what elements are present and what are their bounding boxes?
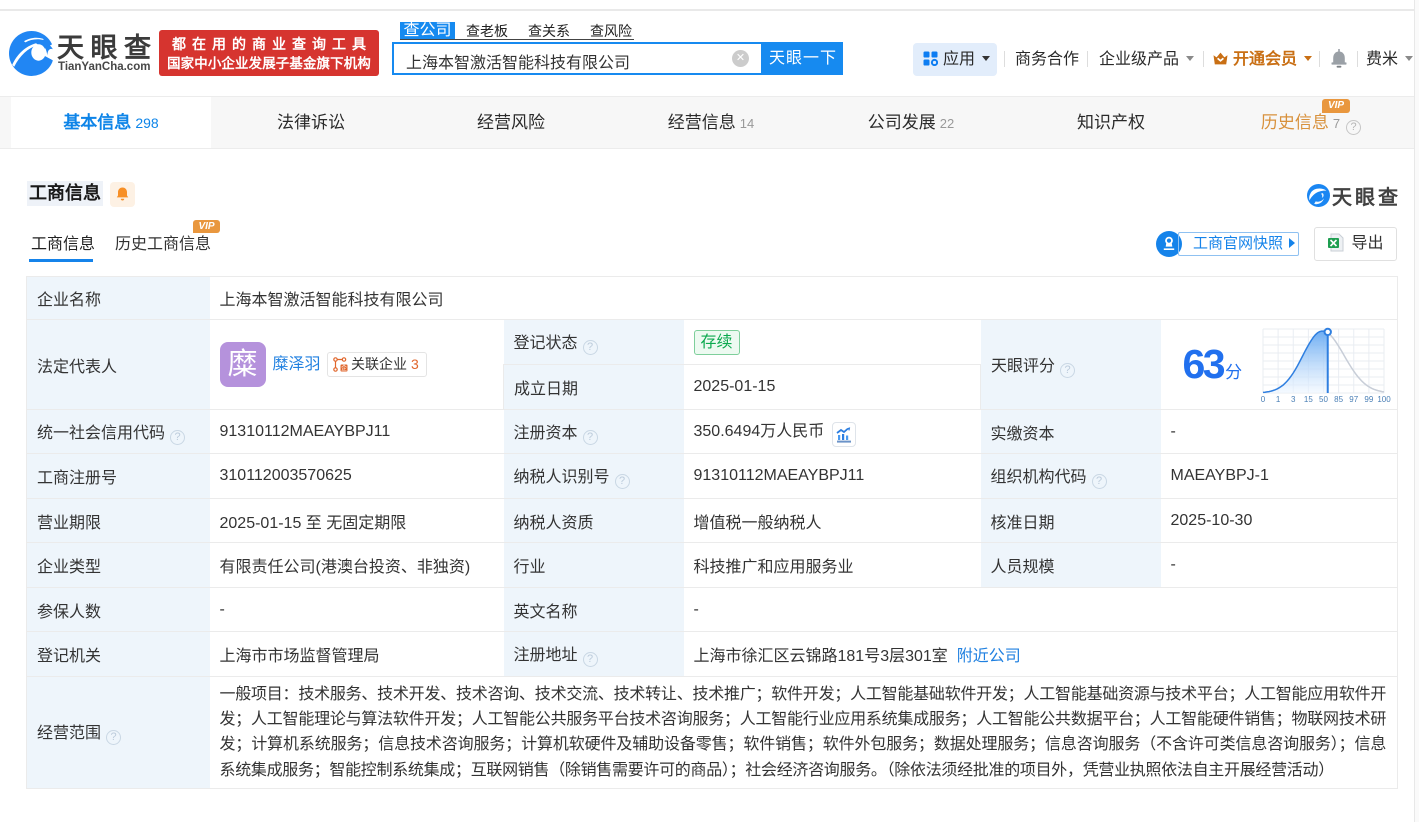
- svg-text:15: 15: [1303, 395, 1312, 404]
- svg-text:0: 0: [1261, 395, 1266, 404]
- svg-text:85: 85: [1334, 395, 1343, 404]
- svg-text:3: 3: [1291, 395, 1296, 404]
- svg-text:97: 97: [1349, 395, 1358, 404]
- svg-text:99: 99: [1364, 395, 1373, 404]
- svg-text:50: 50: [1319, 395, 1328, 404]
- svg-text:企: 企: [341, 364, 347, 372]
- svg-text:100: 100: [1377, 395, 1391, 404]
- svg-text:1: 1: [1275, 395, 1280, 404]
